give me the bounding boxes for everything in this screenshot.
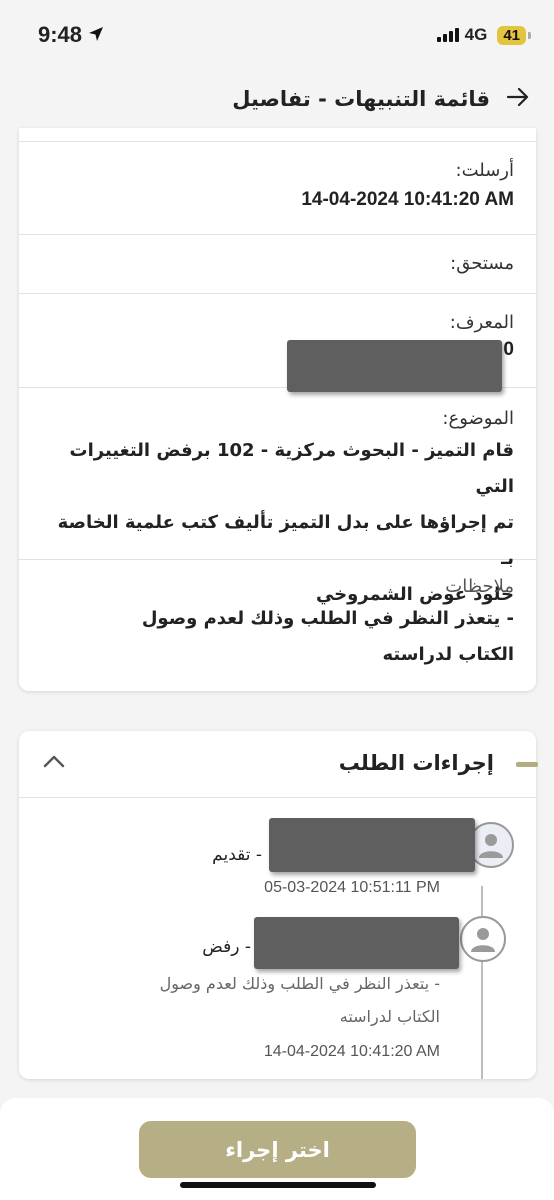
clock: 9:48 [38,22,104,48]
subject-line: قام التميز - البحوث مركزية - 102 برفض ال… [69,440,514,497]
signal-icon [436,28,459,42]
page-title: قائمة التنبيهات - تفاصيل [232,87,490,111]
app-header: قائمة التنبيهات - تفاصيل [0,70,554,128]
home-indicator [180,1182,376,1188]
status-indicators: 4G 41 [436,25,531,45]
sent-field: أرسلت: 14-04-2024 10:41:20 AM [19,142,536,235]
notes-line: الكتاب لدراسته [382,644,514,665]
notes-field: ملاحظات - يتعذر النظر في الطلب وذلك لعدم… [19,560,536,691]
id-label: المعرف: [449,312,514,333]
timeline-action-label: - تقديم [212,845,262,865]
timeline-date: 05-03-2024 10:51:11 PM [264,879,440,896]
card-top-divider [19,128,536,142]
redacted-name-block [254,917,459,969]
network-label: 4G [464,25,488,44]
id-field: المعرف: 0 [19,294,536,392]
due-field: مستحق: [19,235,536,294]
arrow-right-icon[interactable] [506,86,530,113]
battery-icon: 41 [497,25,531,45]
timeline-action-label: - رفض [202,937,251,957]
timeline-note: - يتعذر النظر في الطلب وذلك لعدم وصول ال… [110,967,440,1033]
chevron-up-icon[interactable] [43,749,65,774]
notes-value: - يتعذر النظر في الطلب وذلك لعدم وصول ال… [41,601,514,673]
subject-label: الموضوع: [442,408,514,429]
timeline-line [481,886,483,1079]
actions-title: إجراءات الطلب [338,751,494,775]
request-actions-card: إجراءات الطلب - تقديم 05-03-2024 10:51:1… [19,731,538,1079]
notes-label: ملاحظات [445,576,514,597]
actions-header[interactable]: إجراءات الطلب [19,731,538,798]
location-arrow-icon [88,22,104,48]
notes-line: - يتعذر النظر في الطلب وذلك لعدم وصول [141,608,514,629]
timeline-note-line: - يتعذر النظر في الطلب وذلك لعدم وصول [159,974,440,993]
notification-details-card: أرسلت: 14-04-2024 10:41:20 AM مستحق: الم… [19,128,536,691]
user-avatar-icon [460,916,506,962]
due-label: مستحق: [450,253,514,274]
timeline-date: 14-04-2024 10:41:20 AM [263,1043,440,1060]
subject-field: الموضوع: قام التميز - البحوث مركزية - 10… [19,388,536,605]
redacted-block [287,340,502,392]
sent-value: 14-04-2024 10:41:20 AM [301,189,514,210]
clock-text: 9:48 [38,22,83,47]
status-bar: 9:48 4G 41 [0,0,554,70]
redacted-name-block [269,818,475,872]
accent-bar [516,762,538,767]
timeline-note-line: الكتاب لدراسته [339,1007,440,1026]
choose-action-button[interactable]: اختر إجراء [139,1121,416,1178]
sent-label: أرسلت: [455,160,514,181]
